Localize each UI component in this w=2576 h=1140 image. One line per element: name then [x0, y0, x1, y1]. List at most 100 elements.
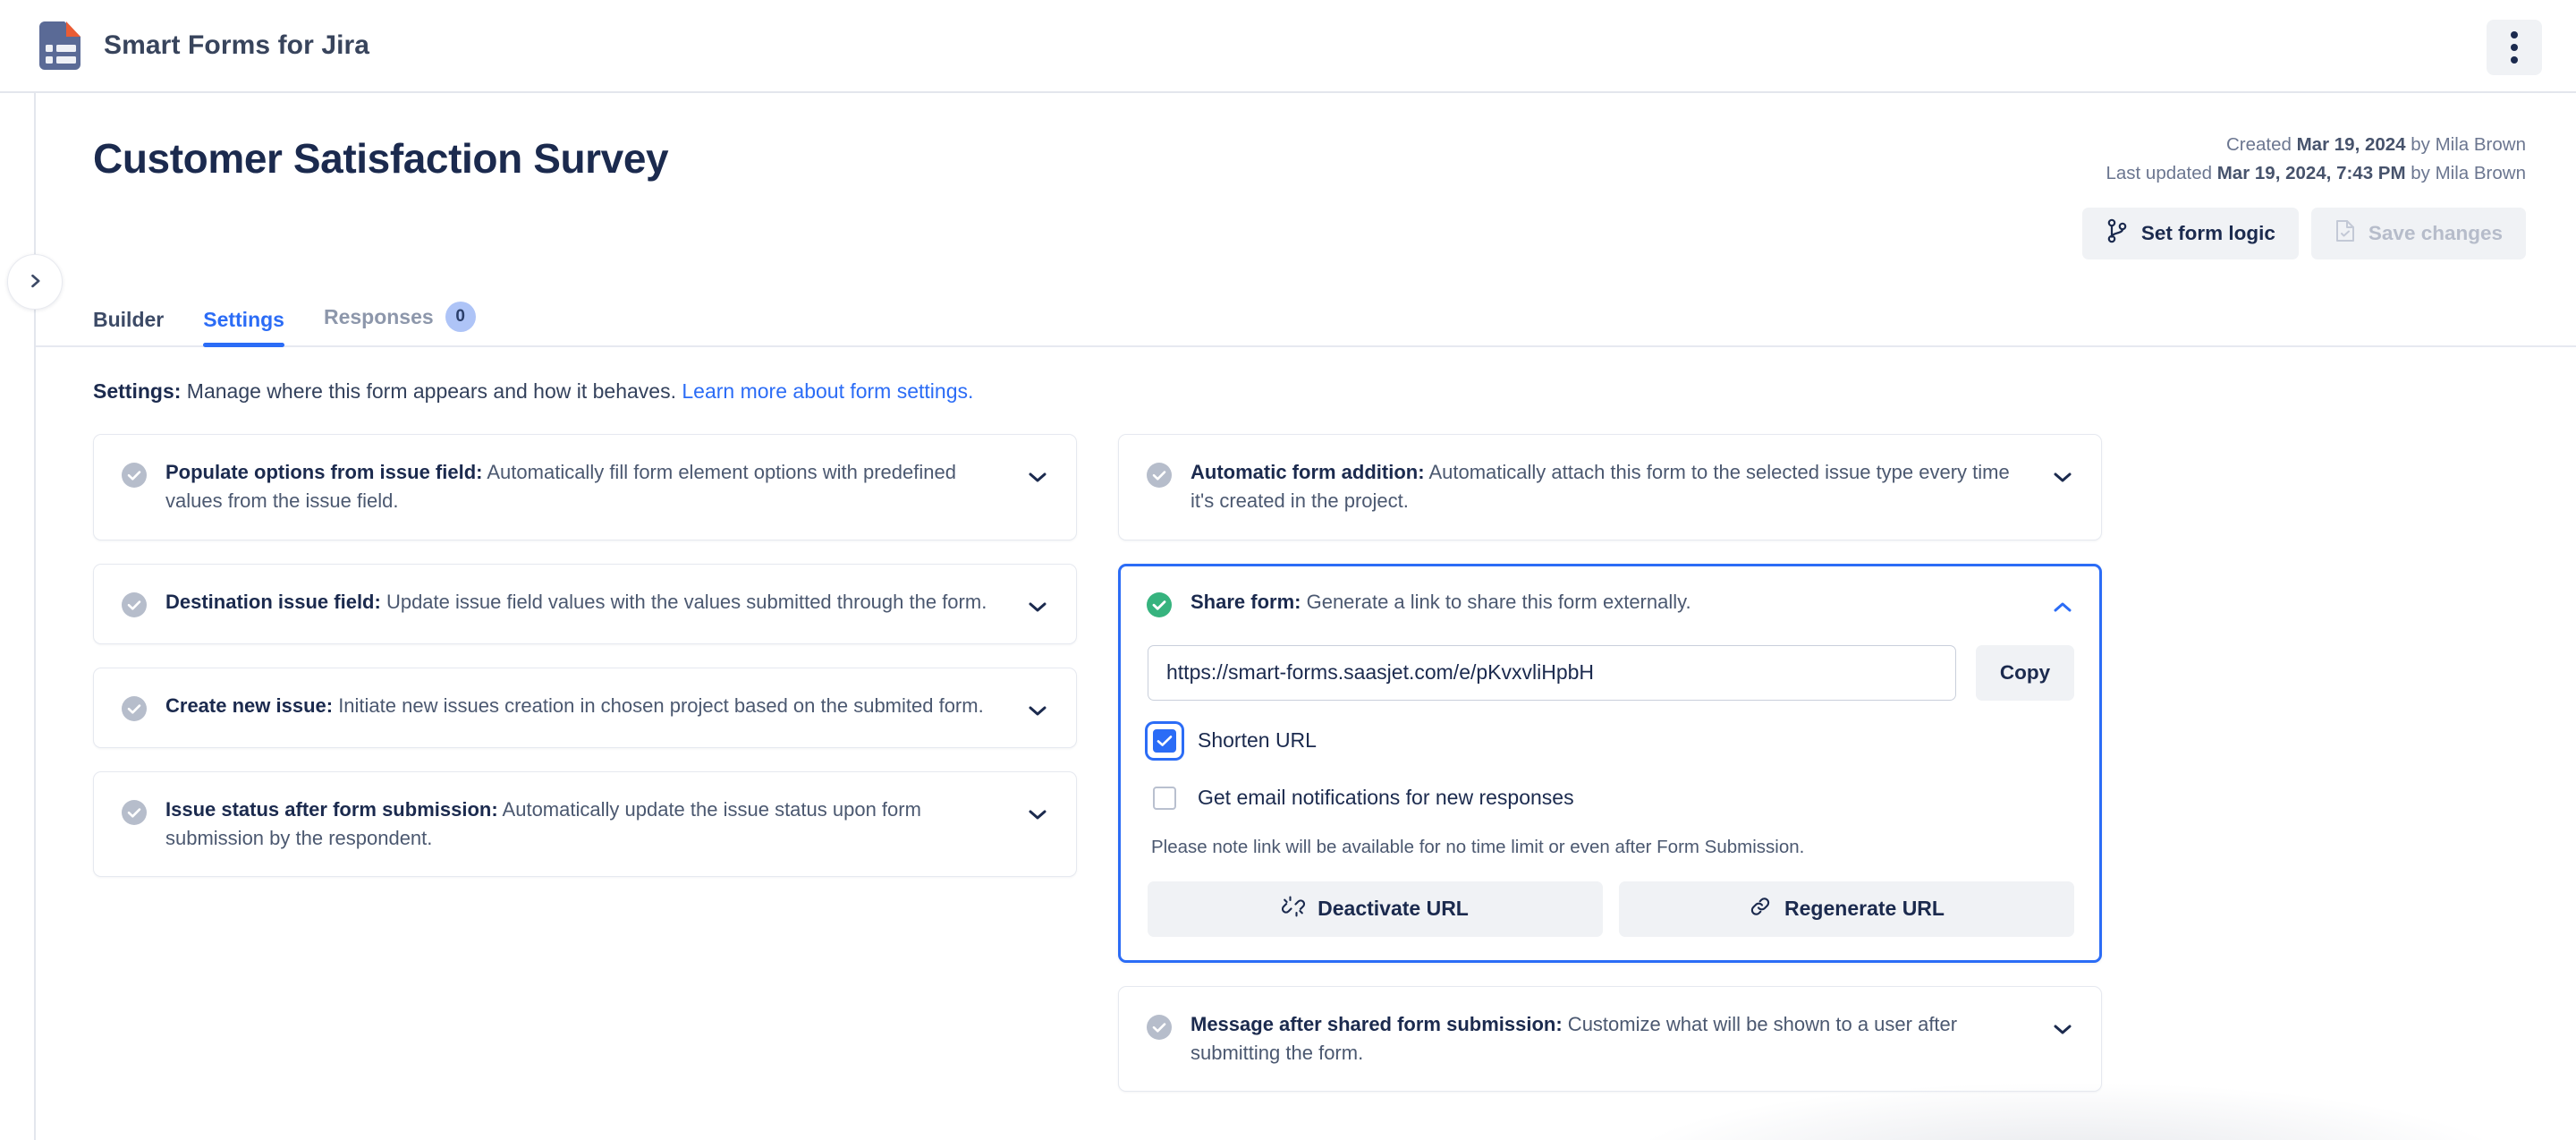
tab-responses[interactable]: Responses 0 — [324, 302, 476, 345]
meta-updated-line: Last updated Mar 19, 2024, 7:43 PM by Mi… — [2106, 159, 2526, 188]
meta-updated-suffix: by Mila Brown — [2405, 162, 2526, 183]
setting-card-populate-options[interactable]: Populate options from issue field: Autom… — [93, 434, 1077, 540]
set-form-logic-button[interactable]: Set form logic — [2081, 208, 2299, 259]
link-icon — [1749, 895, 1772, 923]
setting-card-create-new-issue[interactable]: Create new issue: Initiate new issues cr… — [93, 667, 1077, 748]
setting-card-title: Message after shared form submission: — [1191, 1012, 1563, 1035]
setting-card-issue-status-after-submission[interactable]: Issue status after form submission: Auto… — [93, 770, 1077, 878]
checkbox-box — [1153, 786, 1176, 810]
check-circle-gray-icon — [121, 462, 148, 489]
checkbox-box — [1153, 728, 1176, 753]
email-notifications-row: Get email notifications for new response… — [1148, 781, 2074, 815]
top-bar: Smart Forms for Jira — [0, 0, 2576, 93]
setting-card-title: Destination issue field: — [165, 590, 381, 613]
setting-card-automatic-form-addition[interactable]: Automatic form addition: Automatically a… — [1118, 434, 2102, 540]
page-header: Customer Satisfaction Survey Created Mar… — [36, 93, 2576, 292]
email-notifications-label[interactable]: Get email notifications for new response… — [1198, 786, 1574, 810]
chevron-down-icon[interactable] — [2049, 1016, 2076, 1042]
tab-settings[interactable]: Settings — [203, 308, 284, 347]
share-form-actions: Deactivate URL Regenerate URL — [1148, 881, 2074, 937]
chevron-down-icon[interactable] — [2049, 464, 2076, 490]
form-meta: Created Mar 19, 2024 by Mila Brown Last … — [2106, 131, 2526, 188]
deactivate-url-button[interactable]: Deactivate URL — [1148, 881, 1603, 937]
share-url-input[interactable] — [1148, 644, 1956, 701]
share-form-title: Share form: — [1191, 590, 1301, 613]
set-form-logic-label: Set form logic — [2140, 222, 2275, 244]
setting-card-title: Populate options from issue field: — [165, 461, 483, 484]
sidebar-expand-button[interactable] — [7, 254, 63, 310]
settings-intro: Settings: Manage where this form appears… — [36, 347, 2576, 405]
check-circle-gray-icon — [1146, 462, 1173, 489]
header-actions: Set form logic Save changes — [2081, 208, 2526, 259]
share-form-desc: Generate a link to share this form exter… — [1301, 590, 1691, 613]
tab-bar: Builder Settings Responses 0 — [36, 292, 2576, 347]
setting-card-text: Create new issue: Initiate new issues cr… — [165, 692, 1006, 720]
meta-updated-prefix: Last updated — [2106, 162, 2217, 183]
regenerate-url-button[interactable]: Regenerate URL — [1619, 881, 2074, 937]
setting-card-text: Automatic form addition: Automatically a… — [1191, 458, 2031, 516]
chevron-down-icon[interactable] — [1024, 593, 1051, 620]
content-area: Customer Satisfaction Survey Created Mar… — [36, 93, 2576, 1140]
shorten-url-checkbox[interactable] — [1148, 724, 1182, 758]
tab-builder[interactable]: Builder — [93, 308, 164, 345]
setting-card-desc: Update issue field values with the value… — [380, 590, 987, 613]
setting-card-text: Populate options from issue field: Autom… — [165, 458, 1006, 516]
settings-intro-label: Settings: — [93, 379, 182, 403]
app-root: Smart Forms for Jira Customer Satisfacti… — [0, 0, 2576, 1140]
settings-columns: Populate options from issue field: Autom… — [36, 405, 2576, 1093]
app-title: Smart Forms for Jira — [104, 30, 370, 60]
check-circle-gray-icon — [121, 695, 148, 722]
tab-settings-label: Settings — [203, 308, 284, 331]
email-notifications-checkbox[interactable] — [1148, 781, 1182, 815]
kebab-dot — [2511, 31, 2518, 38]
left-rail — [0, 93, 36, 1140]
copy-url-button[interactable]: Copy — [1976, 644, 2074, 701]
responses-count-badge: 0 — [445, 302, 476, 332]
share-link-note: Please note link will be available for n… — [1151, 836, 1805, 857]
save-changes-label: Save changes — [2368, 222, 2503, 244]
chevron-down-icon[interactable] — [1024, 464, 1051, 490]
document-list-icon — [36, 20, 84, 72]
tab-responses-label: Responses — [323, 304, 434, 328]
chevron-down-icon[interactable] — [1024, 697, 1051, 724]
setting-card-text: Message after shared form submission: Cu… — [1191, 1010, 2031, 1068]
document-check-icon — [2334, 218, 2356, 249]
chevron-up-icon[interactable] — [2049, 593, 2076, 620]
kebab-dot — [2511, 44, 2518, 51]
meta-created-suffix: by Mila Brown — [2405, 134, 2526, 155]
page-body: Customer Satisfaction Survey Created Mar… — [0, 93, 2576, 1140]
settings-intro-text: Manage where this form appears and how i… — [181, 379, 682, 403]
share-form-header: Share form: Generate a link to share thi… — [1146, 588, 2076, 620]
share-form-body: Copy Shorten URL — [1146, 620, 2076, 937]
chevron-down-icon[interactable] — [1024, 801, 1051, 828]
tab-builder-label: Builder — [93, 308, 165, 331]
setting-card-desc: Initiate new issues creation in chosen p… — [333, 693, 984, 717]
learn-more-link[interactable]: Learn more about form settings. — [682, 379, 973, 403]
broken-link-icon — [1282, 895, 1306, 923]
shorten-url-label[interactable]: Shorten URL — [1198, 728, 1317, 753]
check-circle-gray-icon — [121, 591, 148, 618]
settings-column-left: Populate options from issue field: Autom… — [93, 434, 1077, 1092]
save-changes-button[interactable]: Save changes — [2310, 208, 2526, 259]
kebab-dot — [2511, 56, 2518, 64]
shorten-url-row: Shorten URL — [1148, 724, 2074, 758]
setting-card-title: Create new issue: — [165, 693, 334, 717]
setting-card-message-after-submission[interactable]: Message after shared form submission: Cu… — [1118, 985, 2102, 1093]
setting-card-text: Issue status after form submission: Auto… — [165, 795, 1006, 854]
setting-card-text: Destination issue field: Update issue fi… — [165, 588, 1006, 617]
setting-card-destination-issue-field[interactable]: Destination issue field: Update issue fi… — [93, 563, 1077, 644]
check-circle-gray-icon — [1146, 1014, 1173, 1041]
setting-card-share-form[interactable]: Share form: Generate a link to share thi… — [1118, 563, 2102, 963]
meta-created-line: Created Mar 19, 2024 by Mila Brown — [2106, 131, 2526, 159]
branch-logic-icon — [2106, 218, 2129, 249]
check-circle-green-icon — [1146, 591, 1173, 618]
meta-created-date: Mar 19, 2024 — [2296, 134, 2406, 155]
regenerate-url-label: Regenerate URL — [1784, 897, 1945, 921]
meta-created-prefix: Created — [2225, 134, 2297, 155]
share-url-row: Copy — [1148, 644, 2074, 701]
check-circle-gray-icon — [121, 799, 148, 826]
setting-card-title: Automatic form addition: — [1191, 461, 1425, 484]
kebab-menu-icon[interactable] — [2487, 20, 2542, 75]
share-form-text: Share form: Generate a link to share thi… — [1191, 588, 2031, 617]
meta-updated-date: Mar 19, 2024, 7:43 PM — [2216, 162, 2406, 183]
